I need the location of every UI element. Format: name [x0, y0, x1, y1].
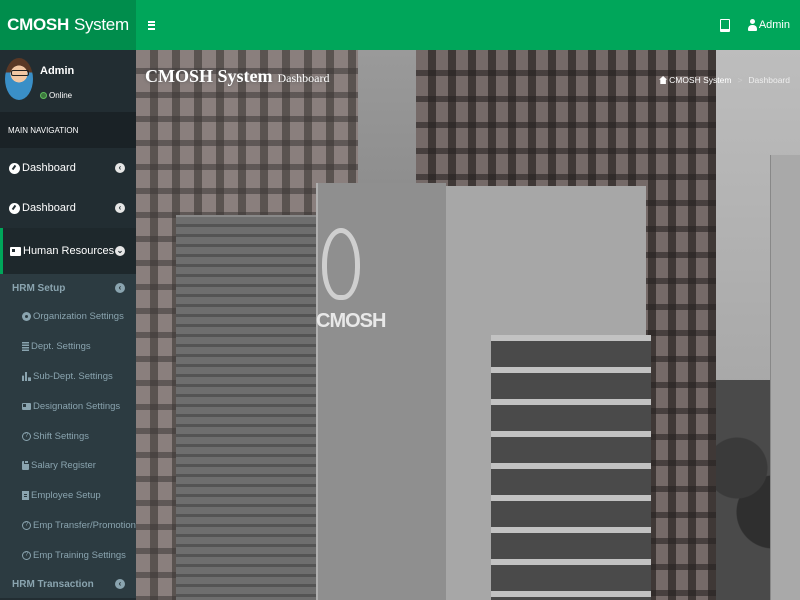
sub-item-designation-settings[interactable]: Designation Settings [0, 391, 136, 421]
dashboard-icon [9, 202, 20, 214]
sidebar-item-dashboard-2[interactable]: Dashboard ‹ [0, 188, 136, 228]
submenu-hrm-setup-label: HRM Setup [12, 282, 66, 294]
sub-item-organization-settings[interactable]: Organization Settings [0, 302, 136, 332]
bars-icon [147, 20, 155, 30]
online-dot-icon [40, 92, 47, 99]
sidebar-item-human-resources[interactable]: Human Resources ⌄ [0, 228, 136, 274]
page-subtitle: Dashboard [277, 71, 330, 85]
top-navbar: Admin [136, 0, 800, 50]
user-menu-button[interactable]: Admin [747, 19, 790, 31]
file-icon [22, 491, 29, 501]
navbar-right: Admin [719, 0, 800, 50]
sidebar-item-label: Dashboard [22, 202, 76, 214]
sub-item-label: Emp Training Settings [33, 549, 126, 561]
content-wrapper: CMOSH CMOSH System Dashboard CMOSH System… [136, 50, 800, 600]
sub-item-sub-dept-settings[interactable]: Sub-Dept. Settings [0, 362, 136, 392]
breadcrumb-separator: > [737, 75, 743, 85]
building-icon [22, 342, 29, 352]
main-sidebar: Admin Online MAIN NAVIGATION Dashboard ‹… [0, 50, 136, 600]
sub-item-emp-transfer-promotion[interactable]: ? Emp Transfer/Promotion [0, 511, 136, 541]
sub-item-employee-setup[interactable]: Employee Setup [0, 481, 136, 511]
brand-logo[interactable]: CMOSH System [0, 0, 136, 50]
sub-item-salary-register[interactable]: Salary Register [0, 451, 136, 481]
sub-item-label: Designation Settings [33, 400, 121, 412]
breadcrumb-current: Dashboard [748, 75, 790, 85]
id-card-icon [22, 402, 31, 410]
bar-chart-icon [22, 371, 31, 381]
main-header: CMOSH System Admin [0, 0, 800, 50]
emblem-icon [322, 228, 360, 300]
sub-item-emp-training-settings[interactable]: ? Emp Training Settings [0, 540, 136, 570]
dashboard-icon [9, 162, 20, 174]
submenu-hrm-transaction-label: HRM Transaction [12, 578, 94, 590]
background-far-building [770, 155, 800, 600]
chevron-down-icon: ⌄ [115, 246, 125, 256]
chevron-left-icon: ‹ [115, 203, 125, 213]
sub-item-label: Organization Settings [33, 311, 124, 323]
sidebar-item-label: Dashboard [22, 162, 76, 174]
building-sign-text: CMOSH [316, 310, 386, 332]
sub-item-shift-settings[interactable]: ? Shift Settings [0, 421, 136, 451]
human-resources-submenu: HRM Setup ‹ Organization Settings Dept. … [0, 274, 136, 599]
sub-item-label: Salary Register [31, 460, 96, 472]
brand-rest: System [73, 15, 129, 34]
question-icon: ? [22, 431, 31, 441]
chevron-left-icon: ‹ [115, 163, 125, 173]
submenu-hrm-transaction[interactable]: HRM Transaction ‹ [0, 570, 136, 598]
sub-item-label: Shift Settings [33, 430, 89, 442]
breadcrumb: CMOSH System > Dashboard [659, 75, 790, 85]
sub-item-label: Employee Setup [31, 490, 101, 502]
submenu-hrm-setup[interactable]: HRM Setup ‹ [0, 274, 136, 302]
tablet-icon[interactable] [719, 18, 730, 32]
sub-item-label: Sub-Dept. Settings [33, 370, 113, 382]
brand-bold: CMOSH [7, 15, 69, 34]
chevron-left-icon: ‹ [115, 579, 125, 590]
clipboard-icon [22, 460, 29, 471]
avatar [5, 58, 33, 100]
user-panel: Admin Online [0, 50, 136, 112]
sub-item-label: Emp Transfer/Promotion [33, 519, 136, 531]
user-status: Online [40, 91, 72, 100]
building-logo: CMOSH [316, 222, 386, 342]
user-status-label: Online [49, 91, 73, 100]
nav-header: MAIN NAVIGATION [0, 112, 136, 148]
breadcrumb-home-link[interactable]: CMOSH System [669, 75, 731, 85]
sub-item-label: Dept. Settings [31, 341, 91, 353]
user-menu-label: Admin [758, 19, 790, 31]
id-card-icon [10, 246, 21, 257]
user-icon [747, 19, 757, 31]
sidebar-item-label: Human Resources [23, 245, 115, 257]
sidebar-toggle-button[interactable] [138, 0, 164, 50]
question-icon: ? [22, 520, 31, 530]
page-title: CMOSH System Dashboard [145, 66, 329, 87]
gear-icon [22, 312, 31, 322]
sub-item-dept-settings[interactable]: Dept. Settings [0, 332, 136, 362]
user-name: Admin [40, 65, 75, 77]
page-title-main: CMOSH System [145, 66, 273, 86]
chevron-left-icon: ‹ [115, 283, 125, 293]
sidebar-item-dashboard[interactable]: Dashboard ‹ [0, 148, 136, 188]
question-icon: ? [22, 550, 31, 560]
background-balconies [491, 335, 651, 600]
home-icon [659, 76, 668, 84]
